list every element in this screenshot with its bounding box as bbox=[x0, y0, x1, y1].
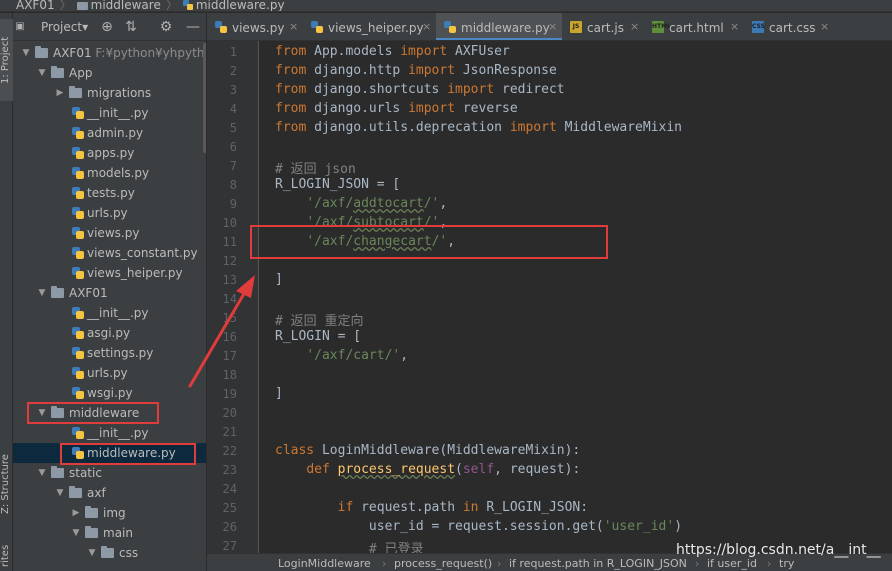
annotation-arrow bbox=[188, 275, 255, 388]
watermark-text: https://blog.csdn.net/a__int__ bbox=[676, 542, 881, 558]
